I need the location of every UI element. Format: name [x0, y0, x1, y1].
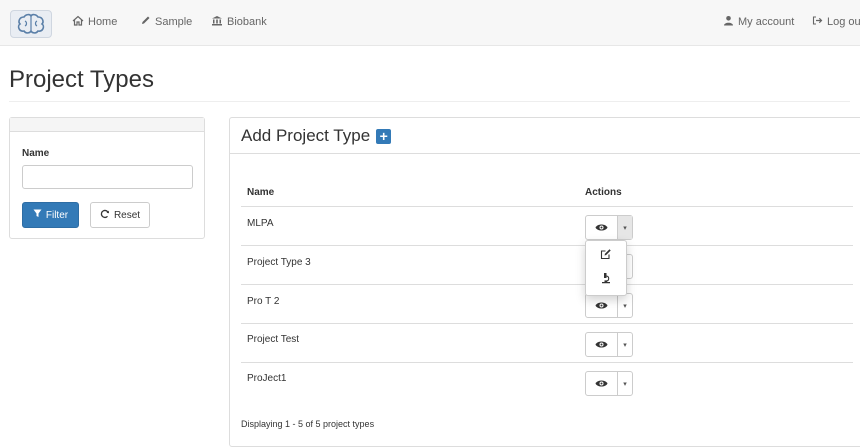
actions-dropdown-toggle[interactable]: ▾: [618, 294, 632, 317]
row-actions: ▾: [585, 215, 633, 240]
home-icon: [72, 15, 84, 29]
caret-down-icon: ▾: [623, 380, 627, 388]
table-row-name: ProJect1: [247, 373, 287, 384]
table-row-name: Project Type 3: [247, 257, 311, 268]
column-header-name: Name: [247, 187, 275, 198]
nav-home[interactable]: Home: [72, 15, 117, 29]
refresh-icon: [100, 209, 110, 222]
top-navbar: Home Sample Biobank My account Log out: [0, 0, 860, 46]
row-separator: [241, 323, 853, 324]
bank-icon: [211, 15, 223, 29]
view-button[interactable]: [586, 372, 618, 395]
table-row-name: MLPA: [247, 218, 274, 229]
filter-name-label: Name: [22, 148, 50, 159]
row-separator: [241, 362, 853, 363]
project-types-panel-header: Add Project Type +: [230, 118, 860, 154]
user-icon: [723, 15, 734, 29]
filter-button-label: Filter: [45, 209, 69, 221]
edit-icon: [600, 247, 612, 265]
page-divider: [9, 101, 850, 102]
add-project-type-title: Add Project Type: [241, 126, 371, 145]
project-types-panel: Add Project Type + Name Actions MLPA ▾ P…: [229, 117, 860, 447]
reset-button-label: Reset: [113, 209, 141, 221]
caret-down-icon: ▾: [623, 302, 627, 310]
actions-dropdown-toggle[interactable]: ▾: [618, 216, 632, 239]
actions-dropdown-toggle[interactable]: ▾: [618, 372, 632, 395]
nav-sample[interactable]: Sample: [140, 15, 192, 29]
eye-icon: [595, 375, 608, 393]
edit-menu-item[interactable]: [591, 247, 621, 265]
reset-button[interactable]: Reset: [90, 202, 150, 228]
view-button[interactable]: [586, 294, 618, 317]
eye-icon: [595, 297, 608, 315]
pagination-summary: Displaying 1 - 5 of 5 project types: [241, 419, 375, 429]
nav-my-account-label: My account: [738, 16, 795, 28]
nav-my-account[interactable]: My account: [723, 15, 794, 29]
filter-panel: Name Filter Reset: [9, 117, 205, 239]
plus-square-icon[interactable]: +: [376, 128, 392, 144]
view-button[interactable]: [586, 333, 618, 356]
row-actions: ▾: [585, 293, 633, 318]
caret-down-icon: ▾: [623, 341, 627, 349]
column-header-actions: Actions: [585, 187, 622, 198]
table-row-name: Project Test: [247, 334, 300, 345]
filter-name-input[interactable]: [22, 165, 193, 189]
nav-log-out-label: Log out: [827, 16, 860, 28]
nav-biobank-label: Biobank: [227, 16, 267, 28]
nav-home-label: Home: [88, 16, 118, 28]
brain-logo-icon[interactable]: [10, 10, 52, 38]
nav-log-out[interactable]: Log out: [812, 15, 860, 29]
view-button[interactable]: [586, 216, 618, 239]
actions-dropdown-toggle[interactable]: ▾: [618, 333, 632, 356]
filter-panel-header: [10, 118, 204, 132]
filter-button[interactable]: Filter: [22, 202, 79, 228]
add-project-type-link[interactable]: Add Project Type +: [241, 126, 392, 146]
caret-down-icon: ▾: [623, 224, 627, 232]
page-title: Project Types: [9, 66, 154, 93]
header-separator: [241, 206, 853, 207]
logout-icon: [812, 15, 823, 29]
eye-icon: [595, 336, 608, 354]
row-actions: ▾: [585, 371, 633, 396]
microscope-menu-item[interactable]: [591, 271, 621, 289]
row-separator: [241, 245, 853, 246]
table-row-name: Pro T 2: [247, 296, 280, 307]
nav-biobank[interactable]: Biobank: [211, 15, 267, 29]
actions-dropdown-menu: [585, 240, 627, 296]
row-separator: [241, 284, 853, 285]
row-actions: ▾: [585, 332, 633, 357]
microscope-icon: [600, 271, 612, 289]
nav-sample-label: Sample: [155, 16, 193, 28]
filter-icon: [33, 209, 42, 221]
pencil-icon: [140, 15, 151, 29]
eye-icon: [595, 219, 608, 237]
